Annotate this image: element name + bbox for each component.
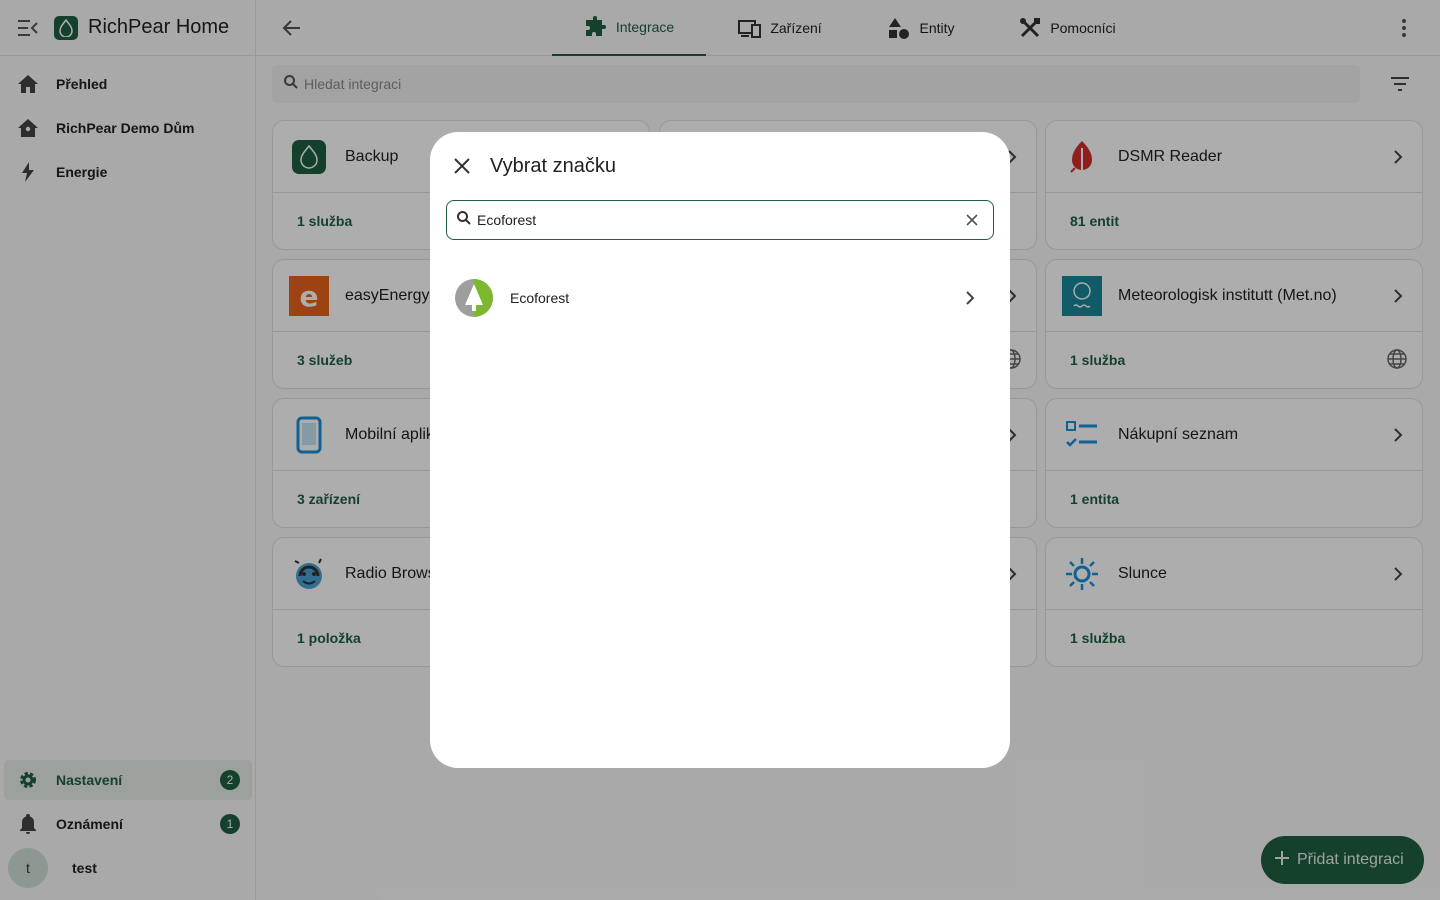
clear-icon[interactable] [963, 211, 981, 229]
search-icon [457, 210, 471, 230]
brand-name: Ecoforest [510, 290, 570, 306]
dialog-title: Vybrat značku [490, 155, 616, 177]
close-icon[interactable] [450, 154, 474, 178]
ecoforest-logo-icon [455, 279, 493, 317]
brand-search-value: Ecoforest [477, 212, 537, 228]
brand-result-row[interactable]: Ecoforest [430, 270, 1010, 326]
select-brand-dialog: Vybrat značku Ecoforest Ecoforest [430, 132, 1010, 768]
brand-search-input[interactable]: Ecoforest [446, 200, 994, 240]
chevron-right-icon [958, 286, 982, 310]
